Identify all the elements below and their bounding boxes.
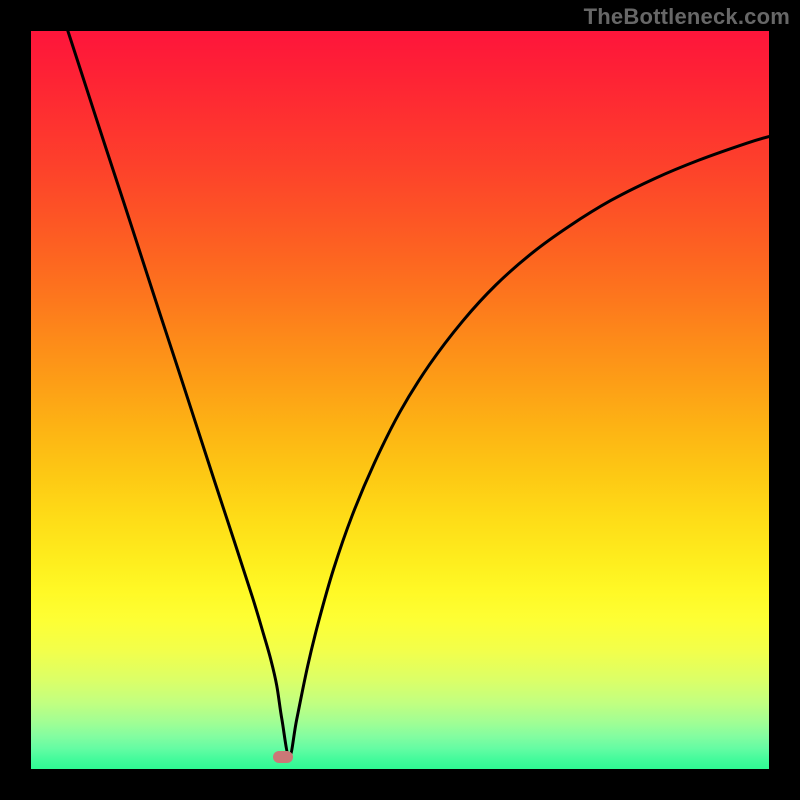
optimal-point-marker: [273, 751, 293, 763]
bottleneck-curve-svg: [31, 31, 769, 769]
chart-frame: TheBottleneck.com: [0, 0, 800, 800]
watermark-label: TheBottleneck.com: [584, 4, 790, 30]
bottleneck-curve: [68, 31, 769, 756]
